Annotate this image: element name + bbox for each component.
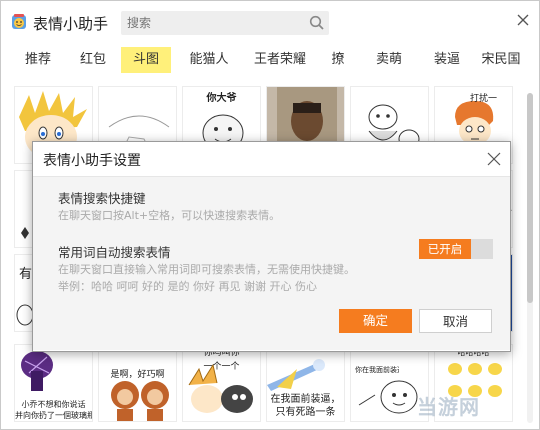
sticker-image <box>111 381 169 421</box>
close-icon[interactable] <box>515 12 531 28</box>
search-icon[interactable] <box>309 15 325 31</box>
tab-doutu[interactable]: 斗图 <box>121 47 171 73</box>
sticker-caption: 并向你扔了一個玻璃瓶 <box>15 411 92 420</box>
tab-show-off[interactable]: 装逼 <box>425 47 469 73</box>
cancel-button[interactable]: 取消 <box>419 309 492 333</box>
hotkey-heading: 表情搜索快捷键 <box>58 191 146 206</box>
toggle-off-knob <box>471 239 493 259</box>
tab-recommend[interactable]: 推荐 <box>15 47 61 73</box>
dialog-body: 表情搜索快捷键 在聊天窗口按Alt+空格，可以快速搜索表情。 常用词自动搜索表情… <box>33 177 510 350</box>
confirm-button[interactable]: 确定 <box>339 309 412 333</box>
sticker-caption: 你大爷 <box>206 93 237 104</box>
search-box[interactable] <box>121 11 329 35</box>
dialog-close-icon[interactable] <box>487 152 501 166</box>
scrollbar[interactable] <box>527 93 533 423</box>
tab-panda-man[interactable]: 能猫人 <box>183 47 235 73</box>
sticker-item[interactable]: 是啊，好巧啊 <box>98 344 177 422</box>
toggle-on-label: 已开启 <box>419 239 471 259</box>
sticker-item[interactable]: 在我面前装逼，只有死路一条 <box>266 344 345 422</box>
auto-search-toggle[interactable]: 已开启 <box>419 239 493 259</box>
auto-search-description: 在聊天窗口直接输入常用词即可搜索表情，无需使用快捷键。 <box>58 263 355 276</box>
scroll-thumb[interactable] <box>527 93 533 303</box>
sticker-item[interactable]: 你吗叫你 一个一个 <box>182 344 261 422</box>
hotkey-description: 在聊天窗口按Alt+空格，可以快速搜索表情。 <box>58 209 281 222</box>
sticker-item[interactable]: 小乔不想和你说话 并向你扔了一個玻璃瓶 <box>14 344 93 422</box>
sticker-caption: 你在我面前装逼 <box>355 366 399 374</box>
auto-search-heading: 常用词自动搜索表情 <box>58 245 171 260</box>
app-title: 表情小助手 <box>33 15 109 33</box>
watermark-logo: 当游网 <box>417 395 480 419</box>
search-input[interactable] <box>121 11 307 35</box>
sticker-caption: 在我面前装逼，只有死路一条 <box>270 394 341 418</box>
sticker-caption: 是啊，好巧啊 <box>110 370 165 380</box>
dialog-header: 表情小助手设置 <box>33 142 510 177</box>
dialog-title: 表情小助手设置 <box>43 153 141 169</box>
emoji-assistant-window: 表情小助手 推荐 红包 斗图 能猫人 王者荣耀 撩 卖萌 装逼 宋民国 <box>0 0 540 430</box>
auto-search-example: 举例：哈哈 呵呵 好的 是的 你好 再见 谢谢 开心 伤心 <box>58 280 317 293</box>
sticker-caption: 打扰一 <box>469 94 497 104</box>
sticker-caption: 一个一个 <box>203 362 240 372</box>
app-logo-icon <box>12 14 26 29</box>
settings-dialog: 表情小助手设置 表情搜索快捷键 在聊天窗口按Alt+空格，可以快速搜索表情。 常… <box>32 141 511 352</box>
tab-red-packet[interactable]: 红包 <box>71 47 115 73</box>
tab-flirt[interactable]: 撩 <box>325 47 351 73</box>
tab-cute[interactable]: 卖萌 <box>367 47 411 73</box>
tab-honor-of-kings[interactable]: 王者荣耀 <box>251 47 309 73</box>
header: 表情小助手 <box>1 1 539 43</box>
sticker-caption: 小乔不想和你说话 <box>21 400 86 409</box>
tab-song-minguo[interactable]: 宋民国 <box>479 47 523 73</box>
